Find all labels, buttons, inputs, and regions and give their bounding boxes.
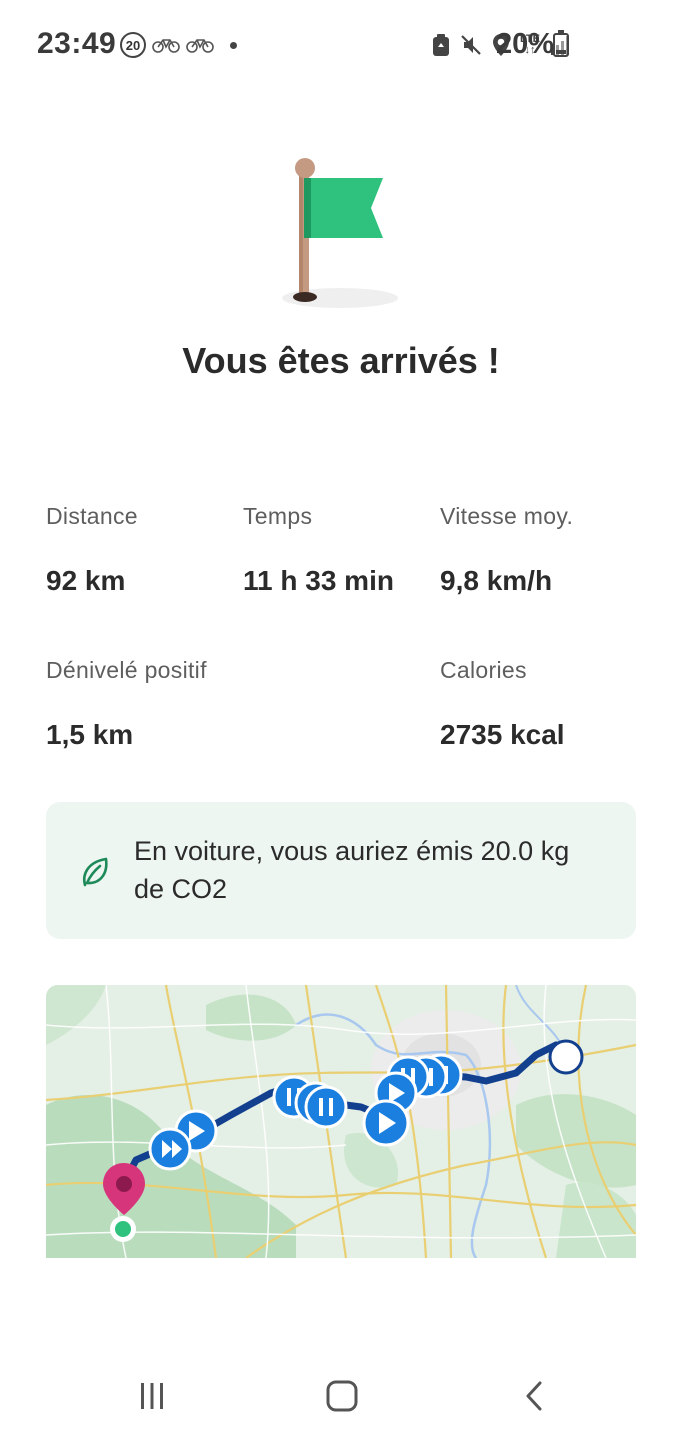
- stat-label: Vitesse moy.: [440, 503, 574, 529]
- stat-value: 9,8 km/h: [440, 565, 553, 596]
- fast-forward-icon[interactable]: [148, 1127, 192, 1171]
- recycle-icon: [433, 34, 450, 56]
- recent-apps-icon[interactable]: [134, 1376, 170, 1416]
- bike-icon: [186, 39, 214, 53]
- more-notifications-dot: [230, 41, 237, 49]
- stat-value: 11 h 33 min: [243, 565, 394, 596]
- flag-pole-top: [295, 158, 315, 178]
- battery-percentage: 20%: [496, 28, 555, 60]
- stat-value: 2735 kcal: [440, 719, 565, 750]
- route-end-marker[interactable]: [548, 1039, 584, 1075]
- leaf-icon: [83, 857, 108, 887]
- stat-time: Temps 11 h 33 min: [243, 503, 394, 597]
- bike-icon: [152, 39, 180, 53]
- stat-elevation: Dénivelé positif 1,5 km: [46, 657, 207, 751]
- pause-icon[interactable]: [304, 1085, 348, 1129]
- battery-level: [556, 50, 566, 54]
- system-nav-bar: [0, 1340, 682, 1440]
- stat-label: Temps: [243, 503, 313, 529]
- stat-label: Calories: [440, 657, 527, 683]
- flag-cloth: [309, 178, 383, 238]
- flag-pole-base: [293, 292, 317, 302]
- play-icon[interactable]: [362, 1099, 410, 1147]
- mute-icon: [461, 35, 481, 55]
- stat-value: 1,5 km: [46, 719, 134, 750]
- status-time: 23:49: [37, 27, 117, 60]
- stat-label: Distance: [46, 503, 138, 529]
- stat-label: Dénivelé positif: [46, 657, 207, 683]
- stat-speed: Vitesse moy. 9,8 km/h: [440, 503, 573, 597]
- status-bar: 23:49 20 LTE ↓↑ 20%: [0, 0, 682, 90]
- stat-value: 92 km: [46, 565, 126, 596]
- start-dot-icon[interactable]: [110, 1216, 136, 1242]
- stat-calories: Calories 2735 kcal: [440, 657, 565, 751]
- status-left-icons: 20: [120, 31, 237, 59]
- back-icon[interactable]: [518, 1376, 550, 1416]
- notification-badge: 20: [120, 32, 146, 58]
- page-title: Vous êtes arrivés !: [182, 340, 500, 381]
- co2-message: En voiture, vous auriez émis 20.0 kg de …: [134, 836, 570, 904]
- map-canvas[interactable]: [46, 985, 636, 1258]
- flag-icon: [282, 158, 398, 308]
- stat-distance: Distance 92 km: [46, 503, 138, 597]
- co2-card: En voiture, vous auriez émis 20.0 kg de …: [46, 802, 636, 939]
- battery-icon: [553, 30, 569, 57]
- route-map[interactable]: [46, 985, 636, 1258]
- home-icon[interactable]: [324, 1376, 360, 1416]
